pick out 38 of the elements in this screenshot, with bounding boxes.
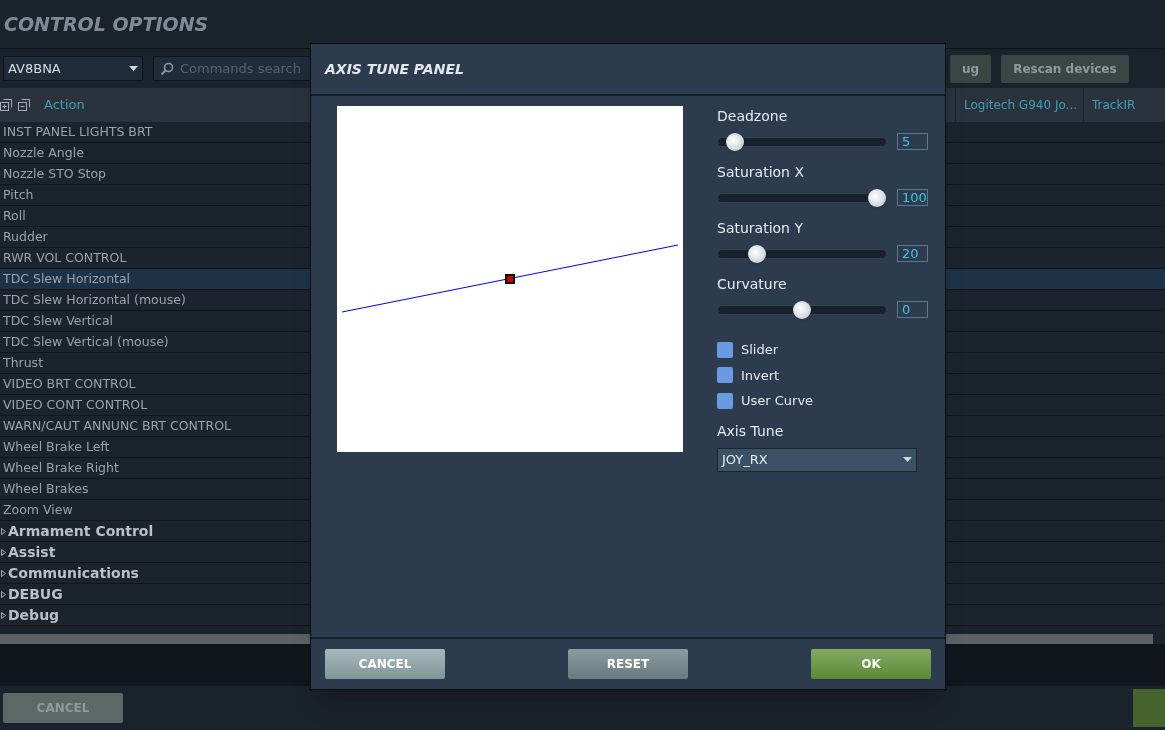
checkbox-label: Invert xyxy=(741,366,780,385)
slider-thumb[interactable] xyxy=(748,244,766,263)
collapse-all-icon[interactable] xyxy=(16,99,30,111)
search-icon xyxy=(160,62,174,76)
expand-arrow-icon[interactable] xyxy=(1,527,6,535)
value-field[interactable]: 0 xyxy=(897,301,928,318)
toolbar-button[interactable]: Rescan devices xyxy=(1001,54,1129,83)
expand-arrow-icon[interactable] xyxy=(1,611,6,619)
expand-arrow-icon[interactable] xyxy=(1,590,6,598)
checkbox-label: User Curve xyxy=(741,392,814,410)
slider-thumb[interactable] xyxy=(793,300,811,319)
aircraft-dropdown[interactable]: AV8BNA xyxy=(3,56,143,81)
checkbox-label: Slider xyxy=(741,341,779,359)
expand-all-icon[interactable] xyxy=(0,99,12,111)
slider-label: Curvature xyxy=(717,275,788,294)
value-field[interactable]: 5 xyxy=(897,133,928,150)
expand-arrow-icon[interactable] xyxy=(1,548,6,556)
checkbox[interactable] xyxy=(717,367,733,384)
ok-button[interactable]: OK xyxy=(811,649,931,679)
dialog-title: AXIS TUNE PANEL xyxy=(325,59,464,79)
toolbar-button[interactable]: ug xyxy=(950,54,992,83)
axis-tune-label: Axis Tune xyxy=(717,421,785,441)
caret-icon xyxy=(129,66,138,71)
expand-arrow-icon[interactable] xyxy=(1,569,6,577)
slider-label: Saturation Y xyxy=(717,219,804,238)
cancel-button[interactable]: CANCEL xyxy=(325,649,445,679)
value-field[interactable]: 20 xyxy=(897,245,928,262)
page-title: CONTROL OPTIONS xyxy=(4,11,209,37)
value-field[interactable]: 100 xyxy=(897,189,928,206)
axis-tune-dropdown[interactable]: JOY_RX xyxy=(717,447,917,472)
reset-button[interactable]: RESET xyxy=(568,649,688,679)
checkbox[interactable] xyxy=(717,341,733,358)
checkbox[interactable] xyxy=(717,392,733,409)
slider-thumb[interactable] xyxy=(868,188,886,207)
slider-label: Saturation X xyxy=(717,163,806,182)
slider-thumb[interactable] xyxy=(725,132,744,151)
slider-label: Deadzone xyxy=(717,107,789,126)
column-header[interactable]: Action xyxy=(44,95,85,115)
